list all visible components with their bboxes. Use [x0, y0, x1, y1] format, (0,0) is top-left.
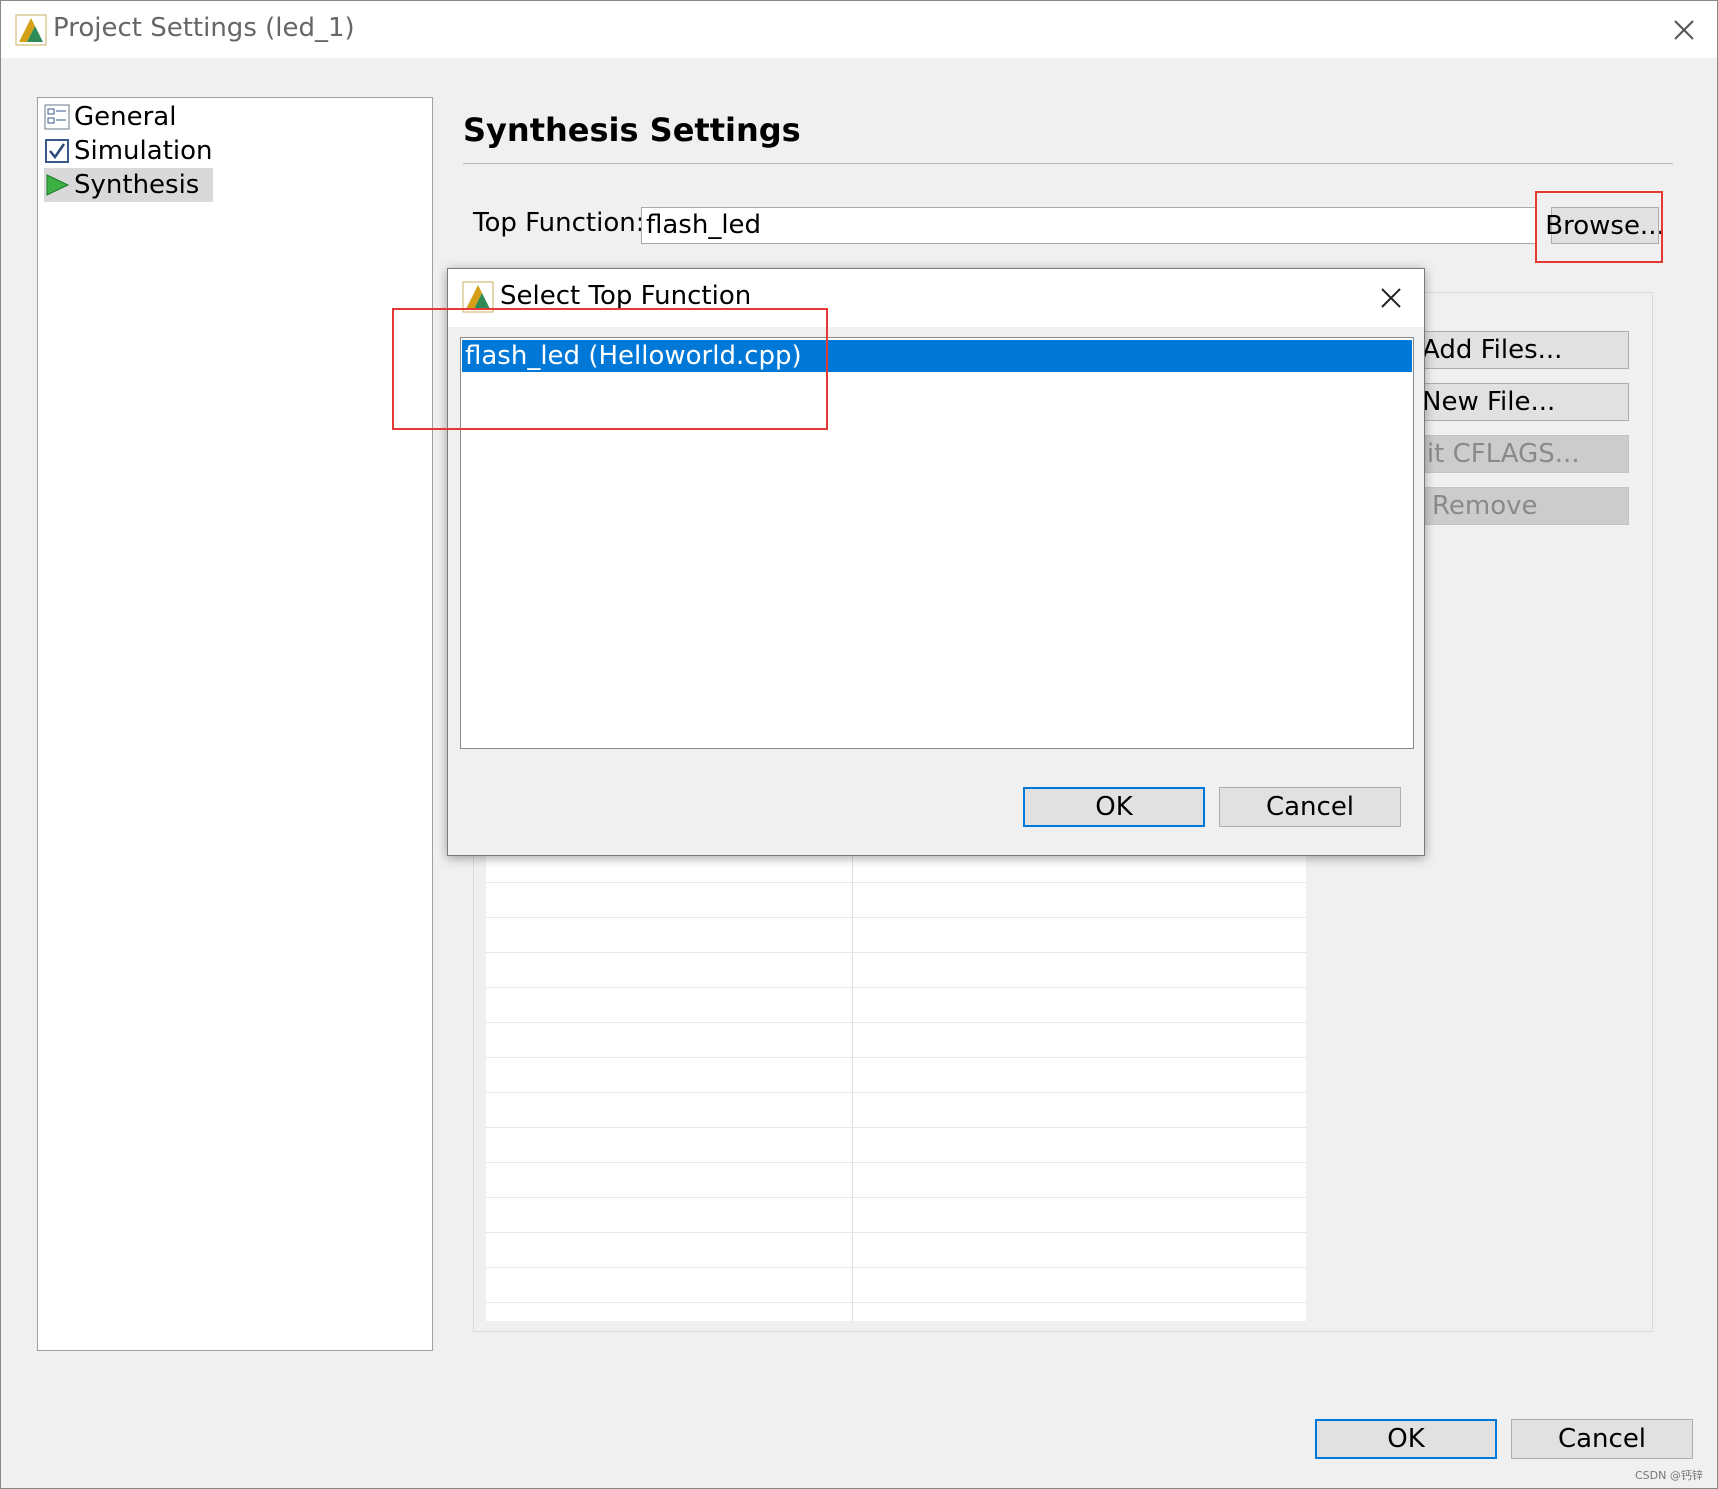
table-row: [486, 1057, 1306, 1058]
table-row: [486, 1127, 1306, 1128]
table-row: [486, 952, 1306, 953]
table-row: [486, 1302, 1306, 1303]
nav-item-label: General: [74, 102, 177, 132]
table-row: [486, 1022, 1306, 1023]
highlight-box-function: [392, 308, 828, 430]
ok-button[interactable]: OK: [1315, 1419, 1497, 1459]
column-divider: [852, 851, 853, 1321]
table-row: [486, 987, 1306, 988]
highlight-box-browse: [1535, 191, 1663, 263]
vivado-hls-icon: [15, 14, 47, 46]
divider: [463, 163, 1673, 164]
nav-item-general[interactable]: General: [44, 100, 190, 134]
cancel-button[interactable]: Cancel: [1511, 1419, 1693, 1459]
nav-item-simulation[interactable]: Simulation: [44, 134, 227, 168]
play-arrow-icon: [46, 174, 70, 196]
table-row: [486, 1197, 1306, 1198]
settings-nav-tree: General Simulation Synthesis: [37, 97, 433, 1351]
dialog-ok-button[interactable]: OK: [1023, 787, 1205, 827]
nav-item-synthesis[interactable]: Synthesis: [44, 168, 214, 202]
table-row: [486, 1162, 1306, 1163]
dialog-title: Select Top Function: [500, 281, 752, 311]
title-bar: Project Settings (led_1): [1, 1, 1717, 58]
top-function-label: Top Function:: [473, 208, 645, 238]
dialog-cancel-button[interactable]: Cancel: [1219, 787, 1401, 827]
watermark: CSDN @钙锌: [1635, 1469, 1703, 1482]
table-row: [486, 882, 1306, 883]
table-row: [486, 917, 1306, 918]
source-files-table[interactable]: [486, 851, 1306, 1321]
nav-item-label: Simulation: [74, 136, 213, 166]
window-title: Project Settings (led_1): [53, 13, 355, 43]
close-icon[interactable]: [1378, 285, 1404, 311]
table-row: [486, 1092, 1306, 1093]
table-row: [486, 1232, 1306, 1233]
nav-item-label: Synthesis: [74, 170, 200, 200]
table-row: [486, 1267, 1306, 1268]
close-icon[interactable]: [1669, 15, 1699, 45]
top-function-field[interactable]: flash_led: [641, 207, 1537, 244]
general-icon: [44, 104, 70, 130]
page-title: Synthesis Settings: [463, 111, 801, 149]
checkbox-icon: [45, 139, 69, 163]
